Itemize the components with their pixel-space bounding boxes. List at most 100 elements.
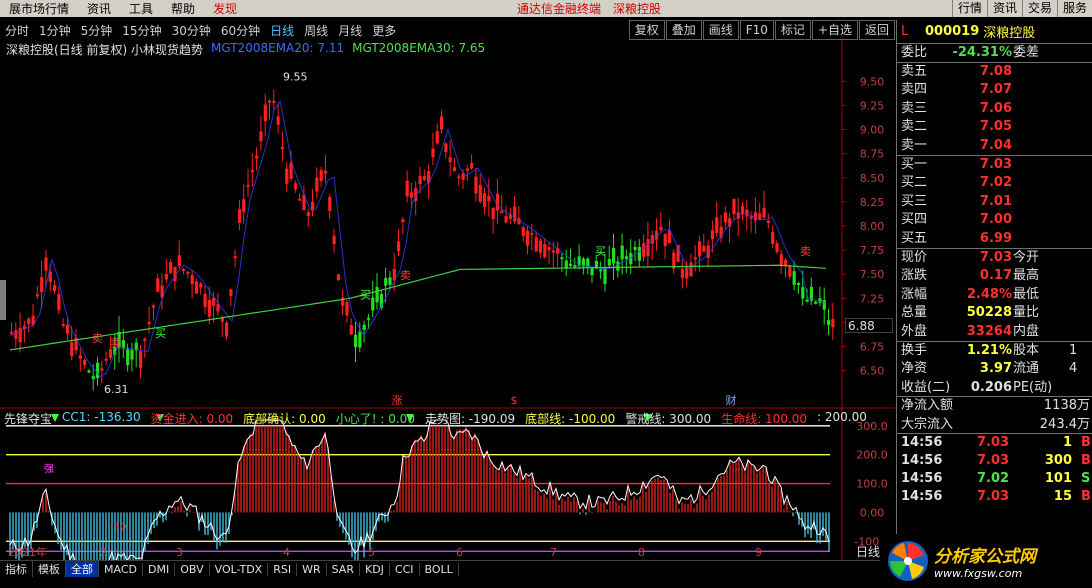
tick-time: 14:56: [901, 435, 943, 451]
candle-body: [397, 241, 401, 252]
fund-label: 收益(二): [901, 379, 951, 395]
tab-vol[interactable]: VOL-TDX: [210, 562, 269, 576]
tab-quote[interactable]: 行情: [951, 0, 987, 17]
candle-body: [788, 265, 792, 277]
candle-body: [827, 320, 831, 325]
candle-body: [491, 207, 495, 219]
candle-body: [104, 358, 108, 361]
candle-body: [680, 268, 684, 279]
menu-tools[interactable]: 工具: [120, 0, 162, 17]
signal-label: 买: [155, 327, 166, 340]
sell4-label: 卖四: [901, 82, 928, 98]
candle-body: [255, 155, 259, 159]
tick-side: B: [1081, 453, 1091, 469]
y-tick-label: 7.25: [860, 292, 885, 305]
candle-body: [272, 100, 276, 103]
candle-body: [513, 206, 517, 222]
candle-body: [418, 175, 422, 185]
tab-dmi[interactable]: DMI: [143, 562, 176, 576]
candle-body: [237, 209, 242, 223]
candle-body: [143, 338, 147, 341]
period-day[interactable]: 日线: [265, 22, 299, 39]
candle-body: [422, 176, 426, 180]
candle-body: [182, 269, 186, 272]
stat-value: 50228: [966, 305, 1012, 321]
candle-body: [792, 271, 796, 285]
tab-rsi[interactable]: RSI: [268, 562, 298, 576]
tab-kdj[interactable]: KDJ: [360, 562, 390, 576]
kline-chart[interactable]: 9.50 9.25 9.00 8.75 8.50 8.25 8.00 7.75 7.50 7.25…: [0, 40, 895, 560]
candle-body: [461, 173, 465, 181]
candle-body: [53, 285, 57, 291]
ema30-line: [9, 264, 827, 351]
tab-indicator[interactable]: 指标: [0, 561, 33, 577]
back-button[interactable]: 返回: [858, 20, 895, 40]
candle-body: [457, 176, 461, 179]
candle-body: [203, 293, 207, 307]
period-day-tab[interactable]: 日线: [856, 543, 880, 560]
tab-sar[interactable]: SAR: [327, 562, 360, 576]
overlay-button[interactable]: 叠加: [665, 20, 702, 40]
tick-time: 14:56: [901, 488, 943, 504]
candle-body: [293, 183, 297, 190]
tick-side: S: [1081, 471, 1091, 487]
period-15min[interactable]: 15分钟: [117, 22, 166, 39]
period-60min[interactable]: 60分钟: [216, 22, 265, 39]
tab-wr[interactable]: WR: [297, 562, 327, 576]
candle-body: [723, 212, 727, 223]
quote-header: L 000019 深粮控股: [897, 20, 1092, 44]
tab-cci[interactable]: CCI: [390, 562, 420, 576]
signal-label: 卖: [110, 337, 121, 350]
fund-label: 资金进入: 0.00: [150, 412, 234, 426]
restore-rights-button[interactable]: 复权: [628, 20, 665, 40]
menu-market[interactable]: 展市场行情: [0, 0, 78, 17]
candle-body: [366, 317, 371, 320]
candle-body: [298, 198, 302, 201]
menu-discover[interactable]: 发现: [204, 0, 246, 17]
candle-body: [151, 305, 156, 308]
signal-label: 买: [595, 245, 606, 258]
period-month[interactable]: 月线: [333, 22, 367, 39]
left-panel-handle[interactable]: [0, 280, 6, 320]
buy3-price: 7.01: [979, 193, 1012, 209]
candle-body: [710, 230, 715, 240]
buy3-label: 买三: [901, 193, 928, 209]
period-5min[interactable]: 5分钟: [76, 22, 118, 39]
candle-body: [401, 219, 405, 223]
tab-trade[interactable]: 交易: [1021, 0, 1057, 17]
tick-list: 14:56 7.03 1 B 14:56 7.03 300 B 14:56 7.02 101 S …: [897, 434, 1092, 505]
period-more[interactable]: 更多: [367, 22, 401, 39]
tab-obv[interactable]: OBV: [175, 562, 210, 576]
candle-body: [483, 193, 487, 208]
period-1min[interactable]: 1分钟: [34, 22, 76, 39]
tab-boll[interactable]: BOLL: [420, 562, 459, 576]
tab-info[interactable]: 资讯: [986, 0, 1022, 17]
candle-body: [547, 247, 551, 251]
sell1-price: 7.04: [979, 137, 1012, 153]
draw-line-button[interactable]: 画线: [702, 20, 739, 40]
menu-help[interactable]: 帮助: [162, 0, 204, 17]
candle-body: [715, 217, 719, 233]
tab-template[interactable]: 模板: [33, 561, 66, 577]
trend-label: 走势图: -190.09: [424, 412, 516, 426]
stock-name: 深粮控股: [983, 26, 1036, 41]
mark-button[interactable]: 标记: [774, 20, 811, 40]
tab-all[interactable]: 全部: [66, 561, 99, 577]
tab-service[interactable]: 服务: [1056, 0, 1092, 17]
period-timeshare[interactable]: 分时: [0, 22, 34, 39]
tab-macd[interactable]: MACD: [99, 562, 143, 576]
candle-body: [384, 278, 388, 286]
ema20-label: MGT2008EMA20: 7.11: [211, 41, 345, 55]
stock-code: 000019: [925, 24, 980, 39]
x-axis-label: 7: [550, 546, 557, 559]
f10-button[interactable]: F10: [739, 20, 774, 40]
indicator-tabs: 指标 模板 全部 MACD DMI OBV VOL-TDX RSI WR SAR…: [0, 560, 895, 577]
period-30min[interactable]: 30分钟: [167, 22, 216, 39]
y-tick-label: 9.00: [860, 124, 885, 137]
add-favorite-button[interactable]: +自选: [811, 20, 858, 40]
flow-value: 243.4万: [1039, 416, 1090, 432]
period-week[interactable]: 周线: [299, 22, 333, 39]
buy5-price: 6.99: [979, 230, 1012, 246]
menu-news[interactable]: 资讯: [78, 0, 120, 17]
y-tick-label: 9.25: [860, 99, 885, 112]
